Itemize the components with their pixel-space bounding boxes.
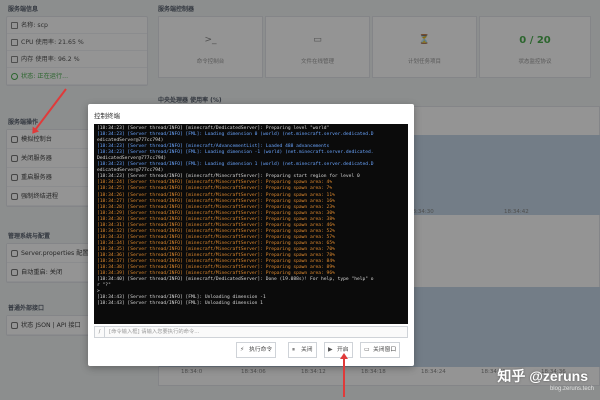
pause-icon: ⏸ <box>292 346 296 353</box>
modal-title: 控制终端 <box>94 112 120 120</box>
window-icon: ▭ <box>364 346 370 353</box>
terminal-output[interactable]: [18:34:23] [Server thread/INFO] [minecra… <box>94 124 408 324</box>
close-window-button[interactable]: ▭ 关闭窗口 <box>360 342 401 358</box>
execute-command-button[interactable]: ⚡ 执行命令 <box>236 342 277 358</box>
play-icon: ▶ <box>328 346 333 353</box>
watermark: 知乎 @zeruns <box>497 368 588 384</box>
command-placeholder: [命令输入框] 请输入您要执行的命令... <box>109 329 200 335</box>
command-prefix: / <box>95 327 105 337</box>
lightning-icon: ⚡ <box>240 346 245 353</box>
stop-button[interactable]: ⏸ 关闭 <box>288 342 317 358</box>
annotation-arrow-bottom <box>343 355 345 397</box>
console-modal: 控制终端 [18:34:23] [Server thread/INFO] [mi… <box>88 104 414 366</box>
terminal-line: [18:34:43] [Server thread/INFO] [FML]: U… <box>97 301 263 307</box>
terminal-line: [18:34:40] [Server thread/INFO] [minecra… <box>97 277 374 283</box>
command-input[interactable]: / [命令输入框] 请输入您要执行的命令... <box>94 326 408 338</box>
start-button[interactable]: ▶ 开启 <box>324 342 353 358</box>
watermark-url: blog.zeruns.tech <box>549 386 594 392</box>
